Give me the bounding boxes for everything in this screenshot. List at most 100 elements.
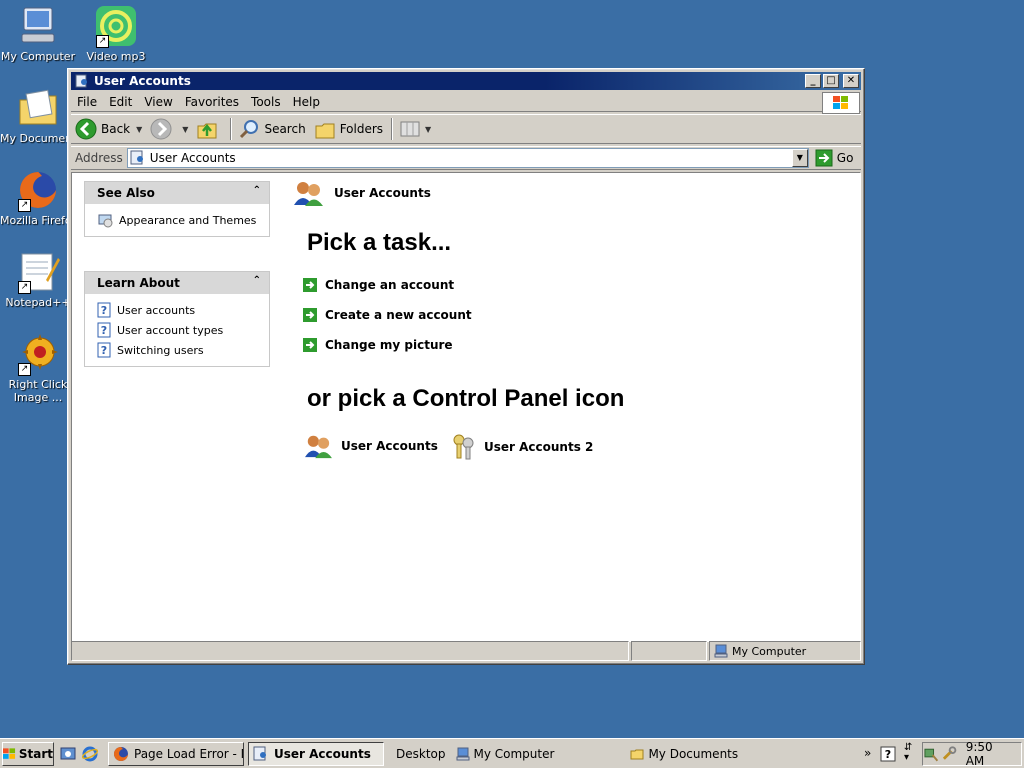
desktop-icon-right-click-image[interactable]: ↗ Right Click Image ... [0, 332, 76, 404]
address-value: User Accounts [149, 151, 236, 165]
clock[interactable]: 9:50 AM [966, 740, 1013, 768]
status-cell-main [71, 641, 629, 661]
desktop-icon-label: Mozilla Firefox [0, 214, 76, 227]
link-appearance-and-themes[interactable]: Appearance and Themes [97, 210, 269, 230]
firefox-icon [114, 746, 128, 761]
firefox-icon: ↗ [16, 168, 60, 212]
see-also-body: Appearance and Themes [85, 204, 269, 236]
link-label: Appearance and Themes [119, 213, 257, 227]
desktop-icon-label: Notepad++ [5, 296, 71, 309]
minimize-button[interactable]: _ [805, 74, 821, 88]
language-switch-icon[interactable]: ⇵ ▾ [904, 743, 912, 763]
link-label: User accounts [117, 303, 196, 317]
cp-icon-user-accounts[interactable]: User Accounts [303, 433, 438, 459]
menu-file[interactable]: File [77, 95, 97, 109]
green-arrow-icon [303, 308, 317, 322]
chevron-down-icon[interactable]: ▼ [136, 125, 142, 134]
desktop-icon-notepad[interactable]: ↗ Notepad++ [0, 250, 76, 309]
task-change-my-picture[interactable]: Change my picture [303, 338, 453, 352]
svg-text:?: ? [885, 748, 891, 761]
user-accounts-small-icon [75, 74, 87, 88]
my-computer-icon [456, 747, 469, 760]
back-button[interactable]: Back ▼ [75, 118, 142, 140]
keys-icon [453, 434, 474, 460]
desktop-icon-my-computer[interactable]: My Computer [0, 4, 76, 63]
taskbar-button-firefox[interactable]: Page Load Error - M... [108, 741, 244, 766]
taskbar-link-my-documents[interactable]: My Documents [630, 747, 738, 761]
link-switching-users-help[interactable]: ? Switching users [97, 340, 269, 360]
up-folder-button[interactable] [196, 118, 222, 140]
taskbar-overflow-chevron-icon[interactable]: » [864, 746, 871, 760]
internet-explorer-icon[interactable] [82, 746, 98, 762]
desktop-icon-label: My Computer [0, 50, 76, 63]
svg-text:?: ? [101, 324, 107, 337]
status-cell-zone: My Computer [709, 641, 861, 661]
maximize-button[interactable]: □ [823, 74, 839, 88]
search-label: Search [264, 122, 306, 136]
taskbar-button-user-accounts[interactable]: User Accounts [248, 741, 384, 766]
my-computer-icon [16, 4, 60, 48]
link-user-accounts-help[interactable]: ? User accounts [97, 300, 269, 320]
folders-button[interactable]: Folders [314, 118, 383, 140]
help-icon[interactable]: ? [880, 746, 896, 765]
start-button[interactable]: Start [2, 741, 54, 766]
taskbar: Start Page Load Error - M... User Accoun… [0, 738, 1024, 768]
window-title: User Accounts [94, 74, 191, 88]
menu-bar: File Edit View Favorites Tools Help [71, 92, 861, 114]
learn-about-header[interactable]: Learn About ⌃ [85, 272, 269, 294]
desktop-icon-firefox[interactable]: ↗ Mozilla Firefox [0, 168, 76, 227]
menu-view[interactable]: View [144, 95, 172, 109]
user-accounts-small-icon [130, 150, 143, 165]
windows-logo-icon [3, 747, 16, 759]
collapse-chevron-icon[interactable]: ⌃ [253, 275, 261, 286]
task-label: Create a new account [325, 308, 472, 322]
toolbar-separator [391, 118, 394, 140]
menu-edit[interactable]: Edit [109, 95, 132, 109]
menu-tools[interactable]: Tools [251, 95, 281, 109]
show-desktop-icon[interactable] [60, 746, 76, 762]
link-user-account-types-help[interactable]: ? User account types [97, 320, 269, 340]
chevron-down-icon: ▼ [425, 124, 432, 134]
see-also-title: See Also [97, 186, 155, 200]
back-label: Back [101, 122, 131, 136]
taskbar-link-my-computer[interactable]: My Computer [456, 747, 554, 761]
menu-help[interactable]: Help [293, 95, 320, 109]
go-button[interactable]: Go [815, 149, 853, 167]
chevron-down-icon[interactable]: ▼ [182, 125, 188, 134]
desktop-icon-my-documents[interactable]: My Documents [0, 86, 76, 145]
chevron-down-icon[interactable]: ▼ [791, 149, 808, 167]
shortcut-arrow-icon: ↗ [18, 363, 31, 376]
views-button[interactable]: ▼ [399, 118, 431, 140]
menu-favorites[interactable]: Favorites [185, 95, 239, 109]
learn-about-pane: Learn About ⌃ ? User accounts ? User acc… [84, 271, 270, 367]
network-tray-icon[interactable] [923, 746, 939, 762]
status-zone-label: My Computer [732, 644, 807, 658]
desktop-icon-label: My Documents [0, 132, 76, 145]
toolbar: Back ▼ ▼ Search Folders ▼ [71, 114, 861, 144]
learn-about-title: Learn About [97, 276, 180, 290]
tools-tray-icon[interactable] [941, 746, 957, 762]
status-cell-secondary [631, 641, 707, 661]
address-bar: Address User Accounts ▼ Go [71, 146, 861, 170]
shortcut-arrow-icon: ↗ [18, 199, 31, 212]
address-input[interactable]: User Accounts ▼ [126, 148, 809, 168]
cp-icon-label: User Accounts 2 [484, 440, 594, 454]
close-button[interactable]: ✕ [843, 74, 859, 88]
task-change-an-account[interactable]: Change an account [303, 278, 454, 292]
title-bar[interactable]: User Accounts _ □ ✕ [71, 72, 861, 90]
search-icon [240, 120, 259, 139]
cp-icon-user-accounts-2[interactable]: User Accounts 2 [450, 433, 593, 461]
my-computer-icon [714, 644, 728, 658]
see-also-header[interactable]: See Also ⌃ [85, 182, 269, 204]
desktop-icon-video-mp3[interactable]: ↗ Video mp3 [78, 4, 154, 63]
forward-button[interactable]: ▼ [150, 118, 188, 140]
video-mp3-icon: ↗ [94, 4, 138, 48]
windows-logo-icon [822, 92, 860, 114]
desktop-icon-label: Right Click Image ... [8, 378, 68, 404]
search-button[interactable]: Search [238, 118, 306, 140]
help-icon: ? [97, 302, 111, 318]
my-documents-icon [16, 86, 60, 130]
collapse-chevron-icon[interactable]: ⌃ [253, 185, 261, 196]
taskbar-link-desktop[interactable]: Desktop [396, 747, 446, 761]
task-create-new-account[interactable]: Create a new account [303, 308, 472, 322]
